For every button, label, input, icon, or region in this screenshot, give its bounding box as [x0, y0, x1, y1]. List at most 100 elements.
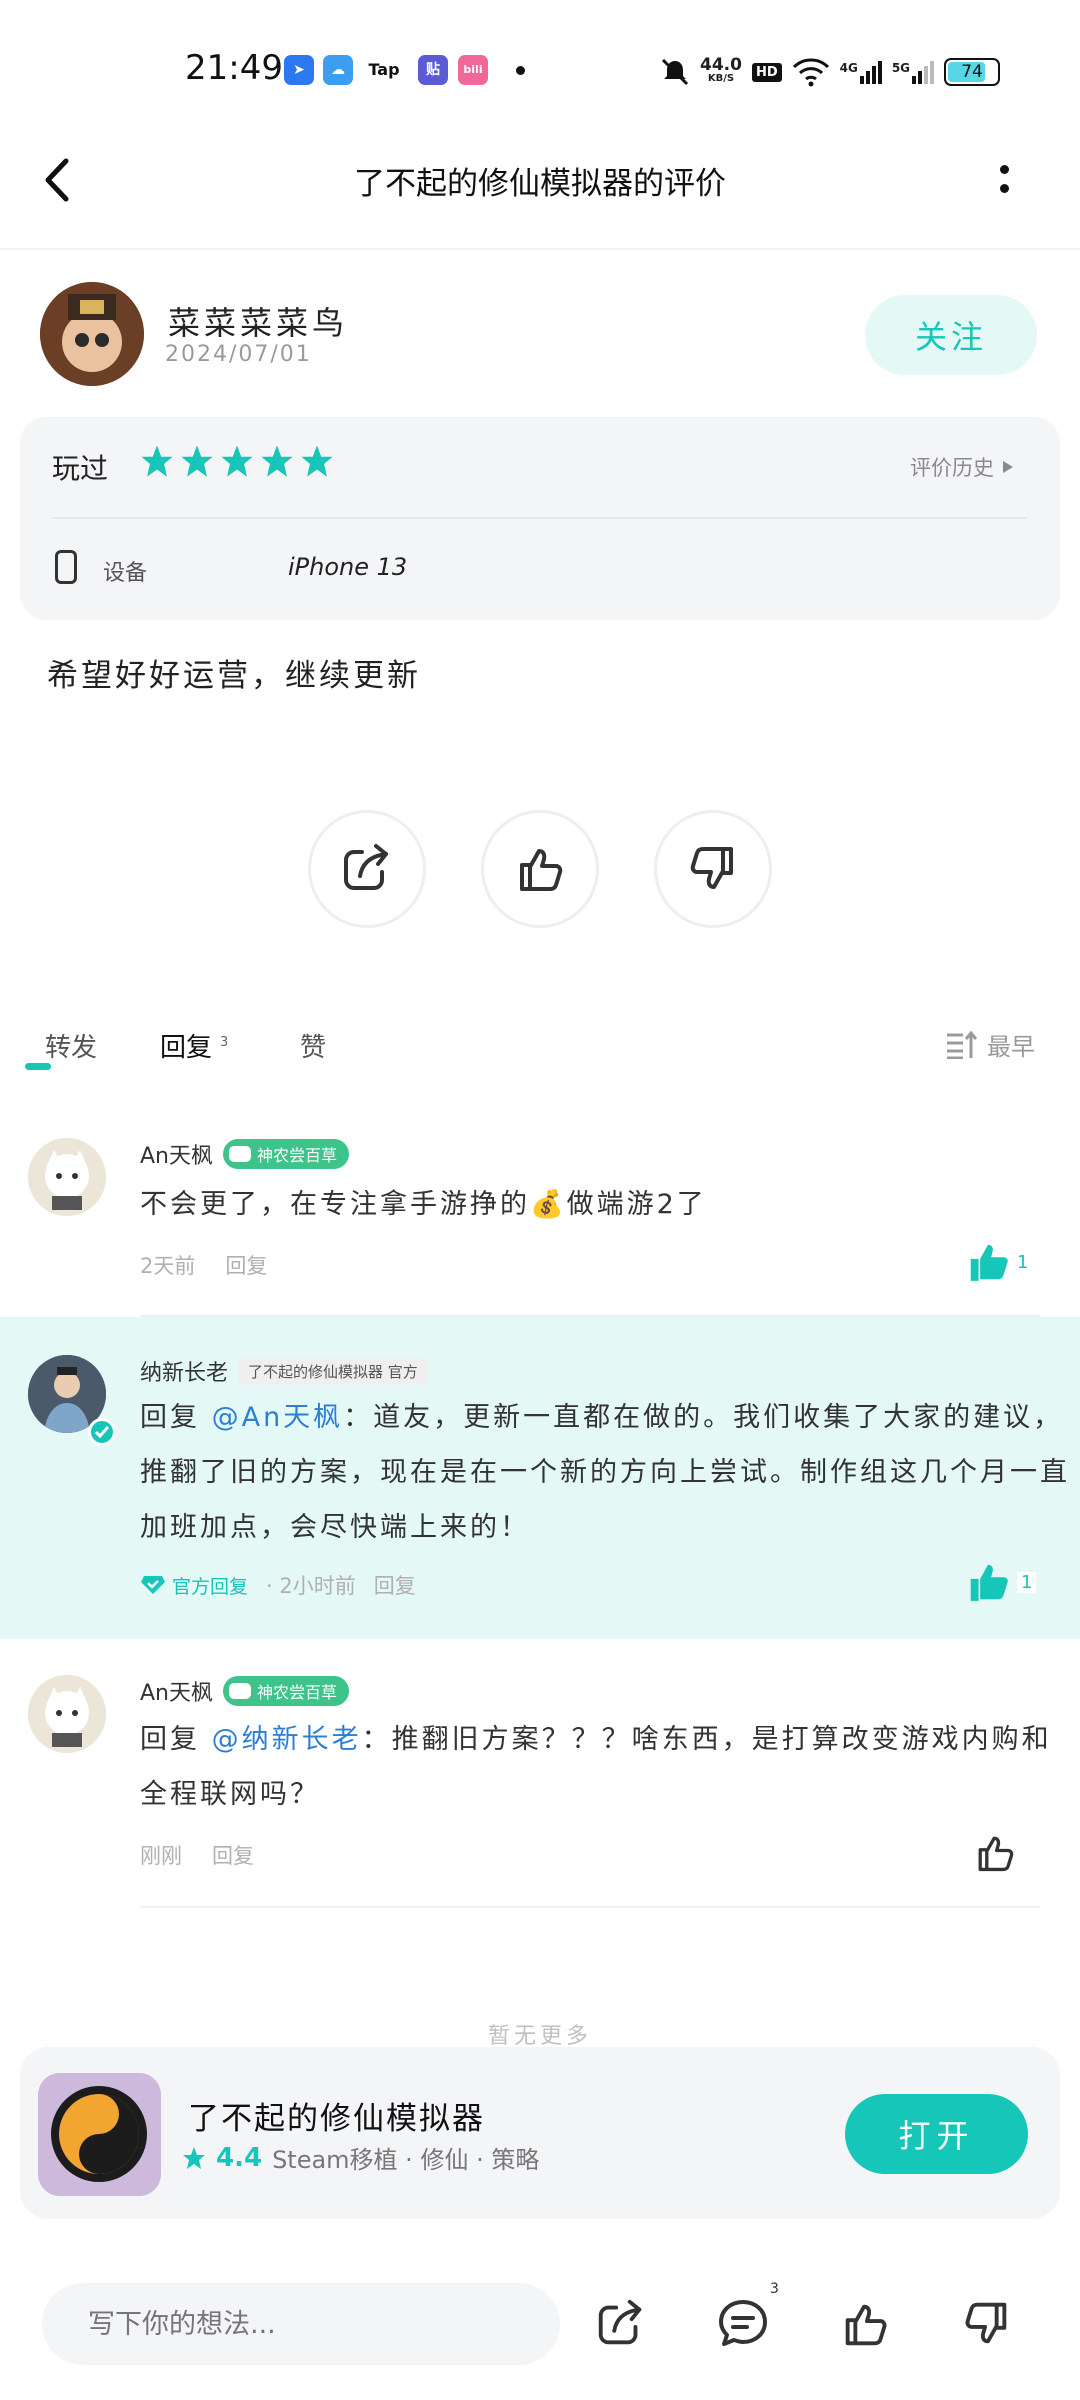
comment-2-header: 纳新长老 了不起的修仙模拟器 官方: [140, 1355, 428, 1387]
comment-1-header: An天枫 神农尝百草: [140, 1138, 350, 1170]
comment-3-meta: 刚刚 回复: [140, 1840, 254, 1870]
comment-3-text: 回复 @纳新长老：推翻旧方案？？？啥东西，是打算改变游戏内购和全程联网吗？: [140, 1712, 1080, 1822]
star-icon: [221, 445, 253, 477]
commenter-name[interactable]: 纳新长老: [140, 1355, 228, 1387]
hd-icon: HD: [751, 62, 782, 82]
app-bilibili-icon: bili: [458, 55, 488, 85]
comment-3-header: An天枫 神农尝百草: [140, 1675, 350, 1707]
game-tags: Steam移植 · 修仙 · 策略: [272, 2146, 540, 2174]
diamond-icon: [141, 1576, 165, 1594]
gamepad-icon: [229, 1683, 251, 1699]
device-value: iPhone 13: [288, 553, 408, 581]
dislike-review-button[interactable]: [654, 810, 772, 928]
star-icon: [181, 445, 213, 477]
thumbs-up-icon: [970, 1244, 1008, 1281]
author-avatar[interactable]: [40, 282, 144, 386]
status-time: 21:49: [185, 48, 283, 88]
star-icon: [141, 445, 173, 477]
tab-reply-count: 3: [220, 1035, 229, 1051]
star-icon: [183, 2146, 205, 2169]
tab-indicator: [25, 1063, 51, 1070]
signal-5g-icon: 5G: [892, 60, 935, 84]
game-name[interactable]: 了不起的修仙模拟器: [188, 2093, 485, 2138]
comment-3-like-button[interactable]: [972, 1830, 1018, 1880]
comment-1-like-button[interactable]: 1: [965, 1240, 1028, 1284]
comment-time: 2天前: [140, 1254, 196, 1278]
comment-icon: [719, 2300, 767, 2346]
thumbs-down-icon: [690, 847, 733, 889]
commenter-name[interactable]: An天枫: [140, 1675, 213, 1707]
review-text: 希望好好运营，继续更新: [47, 658, 421, 694]
bottom-comment-button[interactable]: [711, 2292, 775, 2356]
game-score: 4.4: [216, 2142, 263, 2173]
review-history-link[interactable]: 评价历史: [910, 452, 1014, 482]
comment-reply-button[interactable]: 回复: [374, 1570, 416, 1600]
load-more-text: 暂无更多: [487, 2024, 592, 2049]
mention-link[interactable]: @An天枫: [212, 1402, 344, 1433]
review-date: 2024/07/01: [165, 342, 312, 367]
share-icon: [598, 2299, 642, 2345]
tab-reply[interactable]: 回复 3: [160, 1027, 228, 1064]
comment-2-meta: 官方回复 · 2小时前 回复: [140, 1570, 416, 1600]
gamepad-icon: [229, 1146, 251, 1162]
more-button[interactable]: [990, 160, 1020, 200]
review-history-label: 评价历史: [910, 456, 994, 480]
share-button[interactable]: [308, 810, 426, 928]
comment-reply-button[interactable]: 回复: [225, 1250, 267, 1280]
header-divider: [0, 248, 1080, 250]
sort-label: 最早: [987, 1033, 1035, 1061]
star-icon: [261, 445, 293, 477]
comment-2-like-button[interactable]: 1: [965, 1560, 1037, 1604]
like-count: 1: [1017, 1571, 1037, 1593]
net-speed: 44.0 KB/S: [700, 55, 742, 85]
thumbs-up-icon: [978, 1836, 1014, 1872]
comment-1-text: 不会更了，在专注拿手游挣的💰做端游2了: [140, 1189, 707, 1220]
follow-button[interactable]: 关注: [865, 295, 1037, 375]
app-tieba-icon: 贴: [418, 55, 448, 85]
comment-reply-button[interactable]: 回复: [212, 1840, 254, 1870]
official-tag: 了不起的修仙模拟器 官方: [238, 1357, 428, 1385]
tab-reply-label: 回复: [160, 1033, 213, 1063]
device-label: 设备: [103, 561, 148, 586]
official-reply-label: 官方回复: [140, 1572, 248, 1599]
commenter-name[interactable]: An天枫: [140, 1138, 213, 1170]
bottom-like-button[interactable]: [833, 2292, 897, 2356]
like-count: 1: [1017, 1251, 1029, 1273]
reply-prefix: 回复: [140, 1724, 200, 1755]
game-icon[interactable]: [38, 2073, 161, 2196]
thumbs-up-icon: [845, 2304, 887, 2346]
comment-1-meta: 2天前 回复: [140, 1250, 267, 1280]
sort-icon: [947, 1030, 977, 1059]
bottom-share-button[interactable]: [589, 2292, 653, 2356]
wifi-icon: [792, 58, 829, 87]
star-rating: [140, 444, 334, 478]
mute-icon: [661, 58, 689, 86]
page-title: 了不起的修仙模拟器的评价: [354, 166, 726, 202]
verified-icon: [88, 1418, 116, 1446]
battery-icon: 74: [944, 58, 1001, 86]
thumbs-up-icon: [520, 849, 563, 891]
mention-link[interactable]: @纳新长老: [212, 1724, 362, 1755]
commenter-avatar[interactable]: [28, 1675, 106, 1753]
bottom-dislike-button[interactable]: [955, 2292, 1019, 2356]
like-review-button[interactable]: [481, 810, 599, 928]
tab-like[interactable]: 赞: [300, 1027, 326, 1064]
share-icon: [344, 844, 388, 890]
played-label: 玩过: [52, 452, 109, 485]
bottom-reply-count: 3: [770, 2281, 779, 2297]
thumbs-down-icon: [965, 2302, 1007, 2344]
comment-divider: [140, 1906, 1040, 1908]
app-blue-arrow-icon: ➤: [284, 55, 314, 85]
star-icon: [301, 445, 333, 477]
card-divider: [52, 517, 1027, 519]
author-name[interactable]: 菜菜菜菜鸟: [168, 298, 348, 344]
sort-control[interactable]: 最早: [945, 1027, 1035, 1062]
commenter-avatar[interactable]: [28, 1138, 106, 1216]
user-badge: 神农尝百草: [223, 1676, 350, 1706]
comment-2-text: 回复 @An天枫：道友，更新一直都在做的。我们收集了大家的建议，推翻了旧的方案，…: [140, 1390, 1080, 1555]
app-weather-icon: ☁: [323, 55, 353, 85]
open-game-button[interactable]: 打开: [845, 2094, 1028, 2174]
comment-input[interactable]: [42, 2283, 560, 2365]
tab-repost[interactable]: 转发: [45, 1027, 97, 1064]
notification-dot-icon: [516, 66, 525, 75]
